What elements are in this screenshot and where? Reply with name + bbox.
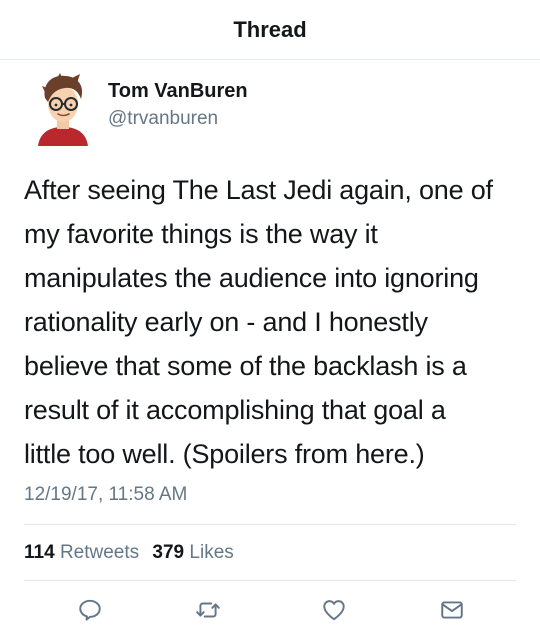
divider [24,580,516,581]
reply-button[interactable] [76,596,104,624]
direct-message-button[interactable] [438,596,466,624]
tweet-text-line: my favorite things is the way it [24,219,378,249]
divider [24,524,516,525]
tweet-text: After seeing The Last Jedi again, one of… [24,168,524,476]
retweet-icon [196,602,220,618]
tweet-stats: 114 Retweets 379 Likes [24,542,234,564]
retweets-stat[interactable]: 114 Retweets [24,542,139,563]
tweet-timestamp: 12/19/17, 11:58 AM [24,484,188,505]
retweets-count: 114 [24,542,55,563]
retweets-label: Retweets [59,542,140,563]
reply-icon [79,599,101,621]
avatar[interactable] [32,72,94,146]
likes-label: Likes [189,542,234,563]
author-name[interactable]: Tom VanBuren [108,80,248,103]
envelope-icon [441,601,463,619]
likes-stat[interactable]: 379 Likes [152,542,233,563]
tweet-text-line: After seeing The Last Jedi again, one of [24,175,493,205]
tweet-text-line: little too well. (Spoilers from here.) [24,439,425,469]
avatar-illustration [38,73,88,146]
tweet-text-line: result of it accomplishing that goal a [24,395,446,425]
retweet-button[interactable] [194,596,222,624]
author-handle[interactable]: @trvanburen [108,108,218,130]
nav-bar: Thread [0,0,540,60]
heart-icon [323,600,345,621]
tweet-text-line: manipulates the audience into ignoring [24,263,479,293]
tweet-text-line: rationality early on - and I honestly [24,307,428,337]
tweet-text-line: believe that some of the backlash is a [24,351,467,381]
likes-count: 379 [152,542,185,563]
like-button[interactable] [320,596,348,624]
page-title: Thread [233,17,307,42]
